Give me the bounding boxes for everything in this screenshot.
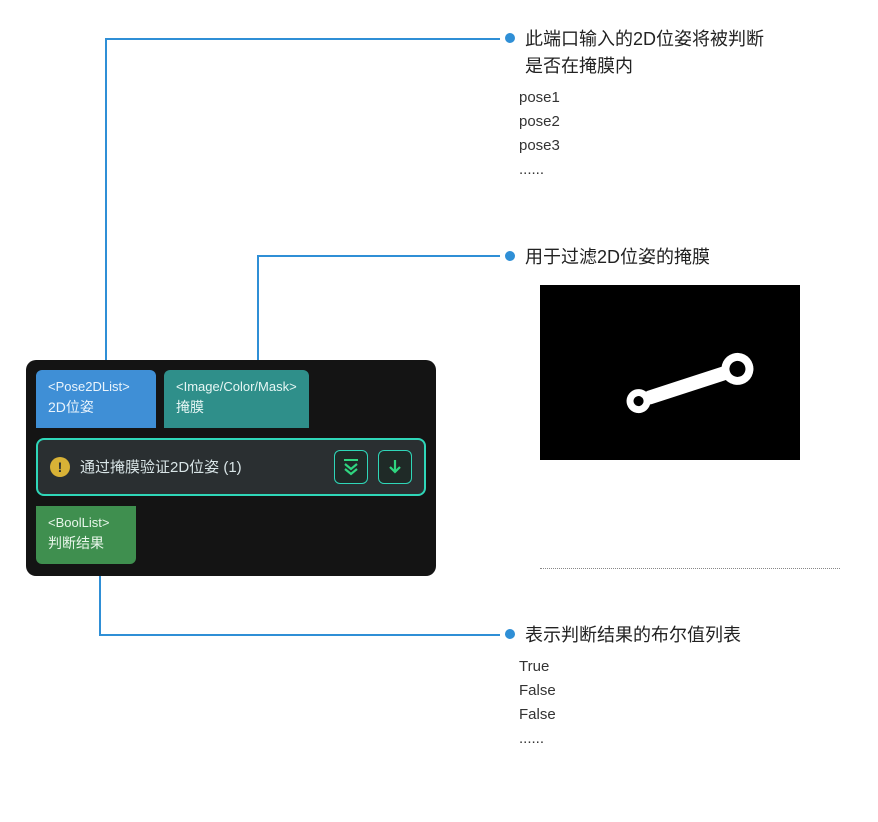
output-port-boollist[interactable]: <BoolList> 判断结果 [36,506,136,564]
mask-preview-image [540,285,800,460]
callout-pose-input: 此端口输入的2D位姿将被判断 是否在掩膜内 pose1 pose2 pose3 … [505,26,764,182]
port-type-label: <Image/Color/Mask> [176,378,297,396]
example-item: pose2 [519,110,764,134]
callout-title-line: 是否在掩膜内 [525,53,764,80]
callout-mask-input: 用于过滤2D位姿的掩膜 [505,244,710,271]
example-item: True [519,655,741,679]
bullet-icon [503,627,517,641]
bullet-icon [503,31,517,45]
bullet-icon [503,249,517,263]
example-item: pose3 [519,134,764,158]
callout-examples: True False False ...... [519,655,741,751]
example-item: False [519,679,741,703]
callout-title-line: 此端口输入的2D位姿将被判断 [505,26,764,53]
port-name-label: 2D位姿 [48,398,144,418]
callout-title: 用于过滤2D位姿的掩膜 [525,247,710,267]
example-item: ...... [519,727,741,751]
port-name-label: 掩膜 [176,398,297,418]
node-title-bar[interactable]: ! 通过掩膜验证2D位姿 (1) [36,438,426,496]
warning-icon: ! [50,457,70,477]
port-type-label: <Pose2DList> [48,378,144,396]
example-item: pose1 [519,86,764,110]
double-chevron-down-icon [342,458,360,476]
callout-result-output: 表示判断结果的布尔值列表 True False False ...... [505,622,741,751]
port-type-label: <BoolList> [48,514,124,532]
example-item: ...... [519,158,764,182]
input-port-pose2dlist[interactable]: <Pose2DList> 2D位姿 [36,370,156,428]
dotted-divider [540,568,840,569]
collapse-button[interactable] [378,450,412,484]
input-port-mask[interactable]: <Image/Color/Mask> 掩膜 [164,370,309,428]
callout-examples: pose1 pose2 pose3 ...... [519,86,764,182]
node-title: 通过掩膜验证2D位姿 (1) [80,456,324,477]
port-name-label: 判断结果 [48,534,124,554]
input-port-row: <Pose2DList> 2D位姿 <Image/Color/Mask> 掩膜 [26,360,436,428]
node-block: <Pose2DList> 2D位姿 <Image/Color/Mask> 掩膜 … [26,360,436,576]
callout-title-line: 表示判断结果的布尔值列表 [505,622,741,649]
example-item: False [519,703,741,727]
expand-all-button[interactable] [334,450,368,484]
arrow-down-icon [386,458,404,476]
